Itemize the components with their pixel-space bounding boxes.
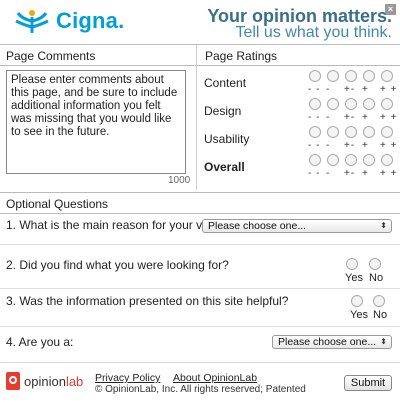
rating-scale-label: + + bbox=[380, 168, 398, 179]
char-count: 1000 bbox=[168, 175, 191, 186]
opinionlab-wordmark: opinionlab bbox=[24, 374, 83, 389]
rating-radio-design-2[interactable] bbox=[327, 98, 339, 110]
rating-radio-overall-1[interactable] bbox=[309, 154, 321, 166]
column-divider bbox=[196, 48, 197, 190]
rating-scale-label: - - bbox=[308, 168, 321, 179]
rating-radio-design-3[interactable] bbox=[345, 98, 357, 110]
q3-yes-radio[interactable] bbox=[351, 295, 363, 307]
rating-radio-design-5[interactable] bbox=[381, 98, 393, 110]
visit-reason-select-value: Please choose one... bbox=[208, 220, 307, 232]
select-arrows-icon: ⬍ bbox=[380, 221, 387, 230]
question-2: 2. Did you find what you were looking fo… bbox=[6, 258, 229, 272]
opinionlab-wordmark-a: opinion bbox=[24, 373, 66, 389]
q2-no-radio[interactable] bbox=[369, 258, 381, 270]
q3-yes-label: Yes bbox=[350, 309, 368, 321]
q3-no-radio[interactable] bbox=[373, 295, 385, 307]
rating-scale-label: - bbox=[326, 140, 331, 151]
brand-name: Cigna. bbox=[56, 8, 125, 33]
q2-no-label: No bbox=[369, 272, 384, 284]
opinionlab-logo: opinionlab bbox=[6, 372, 83, 390]
rating-scale-label: + + bbox=[380, 84, 398, 95]
rating-radio-content-4[interactable] bbox=[363, 70, 375, 82]
visitor-type-select-value: Please choose one... bbox=[278, 336, 377, 348]
question-1: 1. What is the main reason for your visi… bbox=[6, 218, 224, 232]
rating-scale-label: - bbox=[326, 84, 331, 95]
visitor-type-select[interactable]: Please choose one... ⬍ bbox=[272, 335, 392, 349]
rating-radio-content-1[interactable] bbox=[309, 70, 321, 82]
rating-scale-label: - bbox=[326, 168, 331, 179]
rating-radio-design-1[interactable] bbox=[309, 98, 321, 110]
rating-scale-label: +- bbox=[344, 112, 356, 123]
rating-radio-usability-3[interactable] bbox=[345, 126, 357, 138]
question-4: 4. Are you a: bbox=[6, 335, 74, 349]
q2-yes-label: Yes bbox=[345, 272, 363, 284]
rating-radio-overall-5[interactable] bbox=[381, 154, 393, 166]
rating-radio-content-5[interactable] bbox=[381, 70, 393, 82]
submit-button[interactable]: Submit bbox=[344, 375, 392, 391]
rating-scale-label: + + bbox=[380, 112, 398, 123]
rating-radio-usability-4[interactable] bbox=[363, 126, 375, 138]
rating-scale-label: - - bbox=[308, 140, 321, 151]
select-arrows-icon: ⬍ bbox=[380, 337, 387, 346]
rating-scale-label: + bbox=[362, 140, 369, 151]
survey-header: Cigna. × Your opinion matters. Tell us w… bbox=[0, 0, 400, 42]
rating-radio-usability-1[interactable] bbox=[309, 126, 321, 138]
cigna-logo: Cigna. bbox=[10, 6, 124, 36]
question-3: 3. Was the information presented on this… bbox=[6, 294, 289, 308]
page-comments-heading: Page Comments bbox=[0, 44, 196, 66]
rating-scale-label: + bbox=[362, 168, 369, 179]
rating-radio-overall-3[interactable] bbox=[345, 154, 357, 166]
rating-radio-usability-2[interactable] bbox=[327, 126, 339, 138]
tagline-sub: Tell us what you think. bbox=[235, 24, 392, 41]
optional-questions-heading: Optional Questions bbox=[0, 192, 400, 214]
rating-scale-label: +- bbox=[344, 140, 356, 151]
rating-scale-label: + + bbox=[380, 140, 398, 151]
visit-reason-select[interactable]: Please choose one... ⬍ bbox=[202, 219, 392, 233]
rating-radio-usability-5[interactable] bbox=[381, 126, 393, 138]
rating-radio-content-3[interactable] bbox=[345, 70, 357, 82]
rating-scale-label: - - bbox=[308, 84, 321, 95]
privacy-policy-link[interactable]: Privacy Policy bbox=[95, 372, 160, 384]
opinionlab-icon bbox=[6, 372, 20, 390]
rating-scale-label: + bbox=[362, 84, 369, 95]
rating-label-overall: Overall bbox=[204, 160, 245, 174]
row-divider bbox=[0, 326, 400, 327]
rating-scale-label: +- bbox=[344, 168, 356, 179]
q2-yes-radio[interactable] bbox=[346, 258, 358, 270]
rating-label-usability: Usability bbox=[204, 132, 250, 146]
about-opinionlab-link[interactable]: About OpinionLab bbox=[173, 372, 257, 384]
rating-scale-label: +- bbox=[344, 84, 356, 95]
row-divider bbox=[0, 244, 400, 245]
rating-label-design: Design bbox=[204, 104, 242, 118]
comments-textarea[interactable]: Please enter comments about this page, a… bbox=[6, 70, 186, 174]
rating-radio-design-4[interactable] bbox=[363, 98, 375, 110]
rating-scale-label: - bbox=[326, 112, 331, 123]
rating-radio-overall-4[interactable] bbox=[363, 154, 375, 166]
rating-label-content: Content bbox=[204, 76, 247, 90]
rating-radio-content-2[interactable] bbox=[327, 70, 339, 82]
cigna-tree-icon bbox=[15, 10, 49, 33]
q3-no-label: No bbox=[373, 309, 388, 321]
rating-scale-label: - - bbox=[308, 112, 321, 123]
opinionlab-wordmark-b: lab bbox=[65, 373, 84, 389]
rating-scale-label: + bbox=[362, 112, 369, 123]
row-divider bbox=[0, 288, 400, 289]
page-ratings-heading: Page Ratings bbox=[196, 44, 400, 66]
footer-divider bbox=[0, 362, 400, 363]
copyright-text: © OpinionLab, Inc. All rights reserved; … bbox=[95, 384, 306, 395]
rating-radio-overall-2[interactable] bbox=[327, 154, 339, 166]
